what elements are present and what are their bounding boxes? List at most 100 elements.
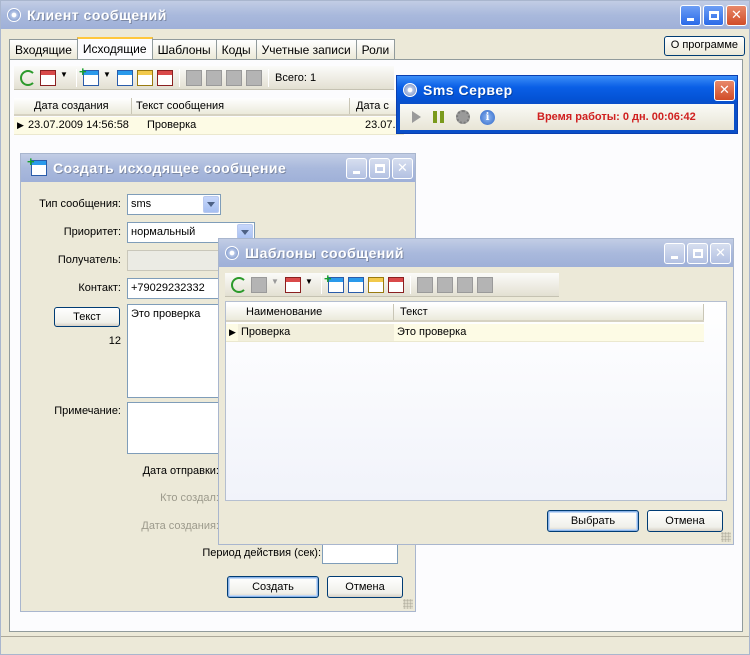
main-window-title: Клиент сообщений (27, 7, 167, 23)
filter-active-icon[interactable] (285, 276, 301, 293)
cancel-button[interactable]: Отмена (327, 576, 403, 598)
text-button[interactable]: Текст (54, 307, 120, 327)
maximize-button[interactable] (687, 242, 708, 264)
created-date-label: Дата создания: (141, 520, 219, 532)
close-button[interactable]: ✕ (714, 79, 735, 101)
refresh-icon[interactable] (20, 69, 36, 86)
templates-icon (225, 246, 239, 260)
tab-incoming[interactable]: Входящие (9, 39, 78, 59)
column-created[interactable]: Дата создания (14, 98, 132, 114)
cell-text: Проверка (147, 119, 197, 131)
status-bar (1, 636, 749, 654)
info-icon[interactable]: i (480, 109, 495, 125)
create-dialog-title: Создать исходящее сообщение (53, 160, 287, 176)
column-text[interactable]: Текст сообщения (132, 98, 350, 114)
close-icon: ✕ (715, 245, 726, 260)
tab-outgoing[interactable]: Исходящие (76, 37, 153, 59)
edit-icon[interactable] (117, 69, 133, 86)
type-select[interactable]: sms (127, 194, 221, 215)
maximize-icon (374, 163, 385, 173)
priority-label: Приоритет: (63, 226, 121, 238)
delete-icon[interactable] (388, 276, 404, 293)
maximize-icon (708, 10, 719, 20)
sms-server-window: Sms Сервер ✕ i Время работы: 0 дн. 00:06… (396, 75, 738, 134)
maximize-button[interactable] (703, 4, 724, 26)
chevron-down-icon[interactable]: ▼ (60, 70, 68, 86)
view-icon[interactable] (368, 276, 384, 293)
add-icon[interactable] (324, 271, 344, 293)
row-pointer-icon: ▶ (17, 120, 24, 130)
tab-codes[interactable]: Коды (215, 39, 257, 59)
refresh-icon[interactable] (231, 276, 247, 293)
new-message-icon (27, 154, 47, 176)
close-icon: ✕ (731, 7, 742, 22)
pause-icon[interactable] (433, 111, 444, 123)
create-dialog-titlebar[interactable]: Создать исходящее сообщение ✕ (21, 154, 415, 182)
close-icon: ✕ (719, 82, 730, 97)
minimize-button[interactable] (680, 4, 701, 26)
table-row[interactable]: ▶ Проверка Это проверка (226, 324, 704, 342)
last-record-icon[interactable] (477, 276, 493, 293)
table-row[interactable]: ▶ 23.07.2009 14:56:58 Проверка 23.07. (14, 117, 404, 135)
delete-icon[interactable] (157, 69, 173, 86)
prev-record-icon[interactable] (206, 69, 222, 86)
tab-templates[interactable]: Шаблоны (151, 39, 217, 59)
view-icon[interactable] (137, 69, 153, 86)
period-field[interactable] (322, 543, 398, 564)
last-record-icon[interactable] (246, 69, 262, 86)
note-label: Примечание: (54, 405, 121, 417)
note-text-area[interactable] (127, 402, 223, 454)
chevron-down-icon[interactable]: ▼ (271, 277, 279, 293)
resize-grip-icon[interactable] (721, 532, 731, 542)
minimize-icon (353, 170, 360, 174)
chevron-down-icon[interactable]: ▼ (305, 277, 313, 293)
chevron-down-icon[interactable]: ▼ (103, 70, 111, 86)
templates-titlebar[interactable]: Шаблоны сообщений ✕ (219, 239, 733, 267)
main-tabs: Входящие Исходящие Шаблоны Коды Учетные … (9, 37, 396, 59)
sms-server-toolbar: i Время работы: 0 дн. 00:06:42 (400, 104, 734, 130)
server-icon (403, 83, 417, 97)
sms-server-titlebar[interactable]: Sms Сервер ✕ (397, 76, 737, 104)
add-icon[interactable] (79, 64, 99, 86)
first-record-icon[interactable] (417, 276, 433, 293)
close-button[interactable]: ✕ (710, 242, 731, 264)
close-icon: ✕ (397, 160, 408, 175)
templates-toolbar: ▼ ▼ (225, 271, 559, 297)
maximize-icon (692, 248, 703, 258)
about-button[interactable]: О программе (663, 36, 745, 56)
recipient-field[interactable] (127, 250, 223, 271)
edit-icon[interactable] (348, 276, 364, 293)
maximize-button[interactable] (369, 157, 390, 179)
minimize-button[interactable] (346, 157, 367, 179)
filter-icon[interactable] (40, 69, 56, 86)
sms-server-title: Sms Сервер (423, 82, 513, 98)
priority-value: нормальный (131, 226, 196, 238)
main-titlebar[interactable]: Клиент сообщений ✕ (1, 1, 749, 29)
play-icon[interactable] (412, 111, 421, 123)
resize-grip-icon[interactable] (403, 599, 413, 609)
contact-label: Контакт: (78, 282, 121, 294)
next-record-icon[interactable] (226, 69, 242, 86)
created-by-label: Кто создал: (160, 492, 219, 504)
prev-record-icon[interactable] (437, 276, 453, 293)
contact-field[interactable]: +79029232332 (127, 278, 223, 299)
tab-accounts[interactable]: Учетные записи (255, 39, 357, 59)
templates-grid-header: Наименование Текст (226, 304, 704, 322)
close-button[interactable]: ✕ (726, 4, 747, 26)
next-record-icon[interactable] (457, 276, 473, 293)
close-button[interactable]: ✕ (392, 157, 413, 179)
recipient-label: Получатель: (57, 254, 121, 266)
column-template-text[interactable]: Текст (394, 304, 704, 320)
gear-icon[interactable] (456, 110, 470, 124)
row-pointer-icon: ▶ (229, 327, 236, 337)
tab-roles[interactable]: Роли (355, 39, 396, 59)
filter-icon[interactable] (251, 276, 267, 293)
minimize-button[interactable] (664, 242, 685, 264)
select-button[interactable]: Выбрать (547, 510, 639, 532)
column-name[interactable]: Наименование (226, 304, 394, 320)
cancel-button[interactable]: Отмена (647, 510, 723, 532)
chevron-down-icon[interactable] (203, 196, 219, 213)
create-button[interactable]: Создать (227, 576, 319, 598)
first-record-icon[interactable] (186, 69, 202, 86)
message-text-area[interactable]: Это проверка (127, 304, 223, 398)
